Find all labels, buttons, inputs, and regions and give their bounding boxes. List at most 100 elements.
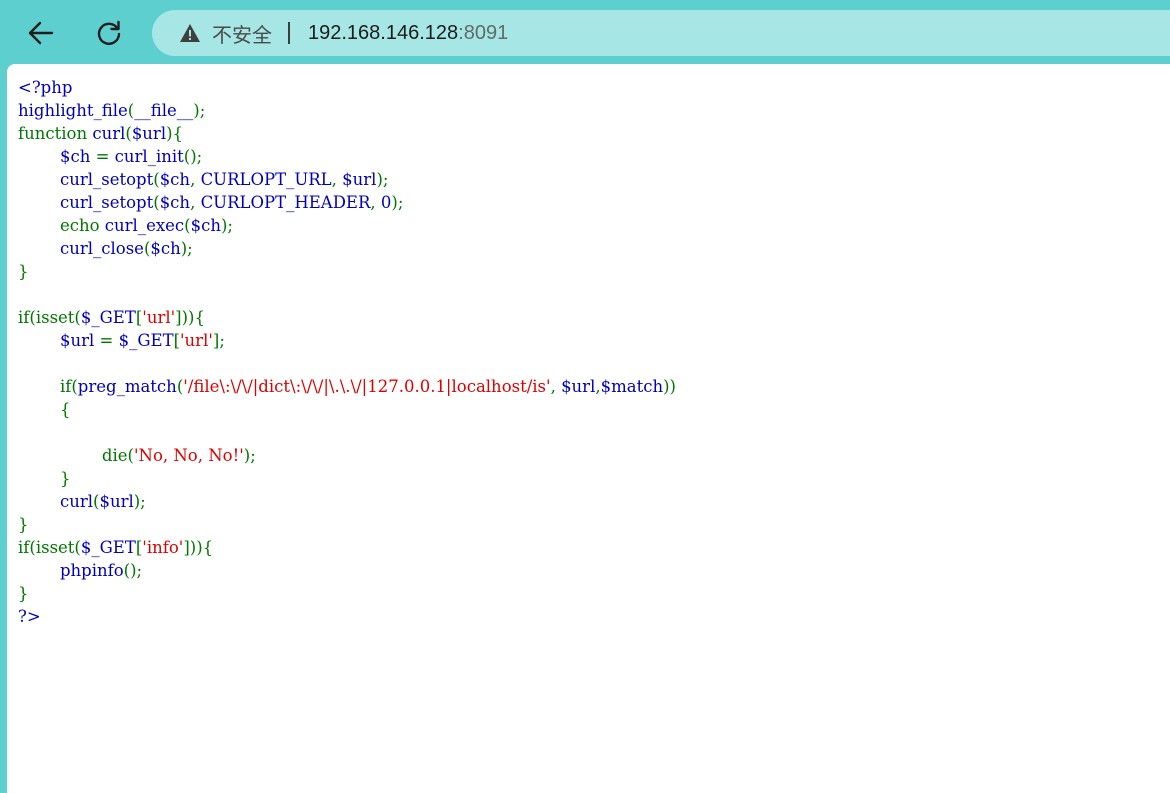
- code-token: }: [18, 584, 29, 603]
- code-token: if(: [59, 377, 78, 396]
- code-token: =: [95, 147, 115, 166]
- code-token: $ch: [159, 170, 191, 189]
- code-token: if(isset(: [18, 538, 81, 557]
- code-token: preg_match: [77, 377, 177, 396]
- warning-triangle-icon[interactable]: [179, 22, 201, 44]
- code-token: ,: [370, 193, 381, 212]
- reload-button[interactable]: [88, 12, 130, 54]
- code-token: curl: [59, 492, 94, 511]
- code-token: 'url': [180, 331, 213, 350]
- code-token: );: [220, 216, 233, 235]
- code-token: ){: [166, 124, 184, 143]
- code-token: $_GET: [118, 331, 174, 350]
- page-content: <?php highlight_file(__file__); function c…: [7, 64, 1170, 793]
- code-token: $_GET: [80, 538, 136, 557]
- code-token: curl_init: [114, 147, 184, 166]
- code-token: ,: [190, 193, 201, 212]
- code-line: $ch = curl_init();: [18, 145, 676, 168]
- code-token: 'url': [142, 308, 176, 327]
- code-token: $ch: [190, 216, 221, 235]
- code-token: $url: [131, 124, 167, 143]
- code-line: if(isset($_GET['info'])){: [18, 536, 676, 559]
- code-line: phpinfo();: [18, 559, 676, 582]
- code-line: highlight_file(__file__);: [18, 99, 676, 122]
- browser-toolbar: 不安全 192.168.146.128:8091: [0, 0, 1170, 64]
- code-line: function curl($url){: [18, 122, 676, 145]
- code-token: $url: [342, 170, 377, 189]
- code-token: CURLOPT_HEADER: [200, 193, 371, 212]
- code-token: die(: [101, 446, 134, 465]
- code-token: $_GET: [80, 308, 136, 327]
- code-token: curl_setopt: [59, 193, 154, 212]
- code-line: ?>: [18, 605, 676, 628]
- security-label[interactable]: 不安全: [212, 19, 272, 48]
- code-token: curl_exec: [104, 216, 185, 235]
- code-token: if(isset(: [18, 308, 81, 327]
- code-token: );: [376, 170, 389, 189]
- code-token: );: [180, 239, 193, 258]
- code-token: curl: [92, 124, 126, 143]
- url-port: :8091: [458, 21, 509, 44]
- code-line: {: [18, 398, 676, 421]
- reload-icon: [97, 20, 121, 45]
- code-line: $url = $_GET['url'];: [18, 329, 676, 352]
- code-token: ,: [331, 170, 343, 189]
- code-line: }: [18, 467, 676, 490]
- code-token: $ch: [150, 239, 181, 258]
- code-token: '/file\:\/\/|dict\:\/\/|\.\.\/|127.0.0.1…: [183, 377, 551, 396]
- code-token: );: [243, 446, 256, 465]
- code-token: 'info': [142, 538, 184, 557]
- code-token: =: [99, 331, 119, 350]
- url-text[interactable]: 192.168.146.128:8091: [308, 22, 508, 45]
- code-token: 0: [380, 193, 392, 212]
- code-token: ();: [123, 561, 143, 580]
- code-token: $match: [600, 377, 664, 396]
- code-line: curl_setopt($ch, CURLOPT_URL, $url);: [18, 168, 676, 191]
- php-source-code: <?php highlight_file(__file__); function c…: [18, 76, 676, 628]
- code-token: )): [663, 377, 676, 396]
- code-line: }: [18, 582, 676, 605]
- code-line: echo curl_exec($ch);: [18, 214, 676, 237]
- code-line: if(isset($_GET['url'])){: [18, 306, 676, 329]
- code-token: $url: [99, 492, 134, 511]
- code-token: ,: [550, 377, 562, 396]
- code-token: function: [18, 124, 93, 143]
- address-bar[interactable]: 不安全 192.168.146.128:8091: [152, 10, 1170, 56]
- code-token: ])){: [183, 538, 214, 557]
- code-token: $url: [59, 331, 100, 350]
- code-line: curl($url);: [18, 490, 676, 513]
- code-token: CURLOPT_URL: [200, 170, 332, 189]
- code-token: phpinfo: [59, 561, 124, 580]
- code-token: ];: [212, 331, 225, 350]
- code-line: curl_close($ch);: [18, 237, 676, 260]
- code-token: $ch: [159, 193, 191, 212]
- code-line: }: [18, 260, 676, 283]
- code-line: }: [18, 513, 676, 536]
- code-line: <?php: [18, 76, 676, 99]
- back-button[interactable]: [20, 12, 62, 54]
- code-line: die('No, No, No!');: [18, 444, 676, 467]
- code-token: );: [133, 492, 146, 511]
- url-host: 192.168.146.128: [308, 21, 459, 44]
- code-token: 'No, No, No!': [133, 446, 244, 465]
- code-token: curl_close: [59, 239, 144, 258]
- code-token: }: [59, 469, 71, 488]
- code-token: }: [18, 262, 29, 281]
- code-line: if(preg_match('/file\:\/\/|dict\:\/\/|\.…: [18, 375, 676, 398]
- code-token: highlight_file: [18, 101, 128, 120]
- code-token: curl_setopt: [59, 170, 154, 189]
